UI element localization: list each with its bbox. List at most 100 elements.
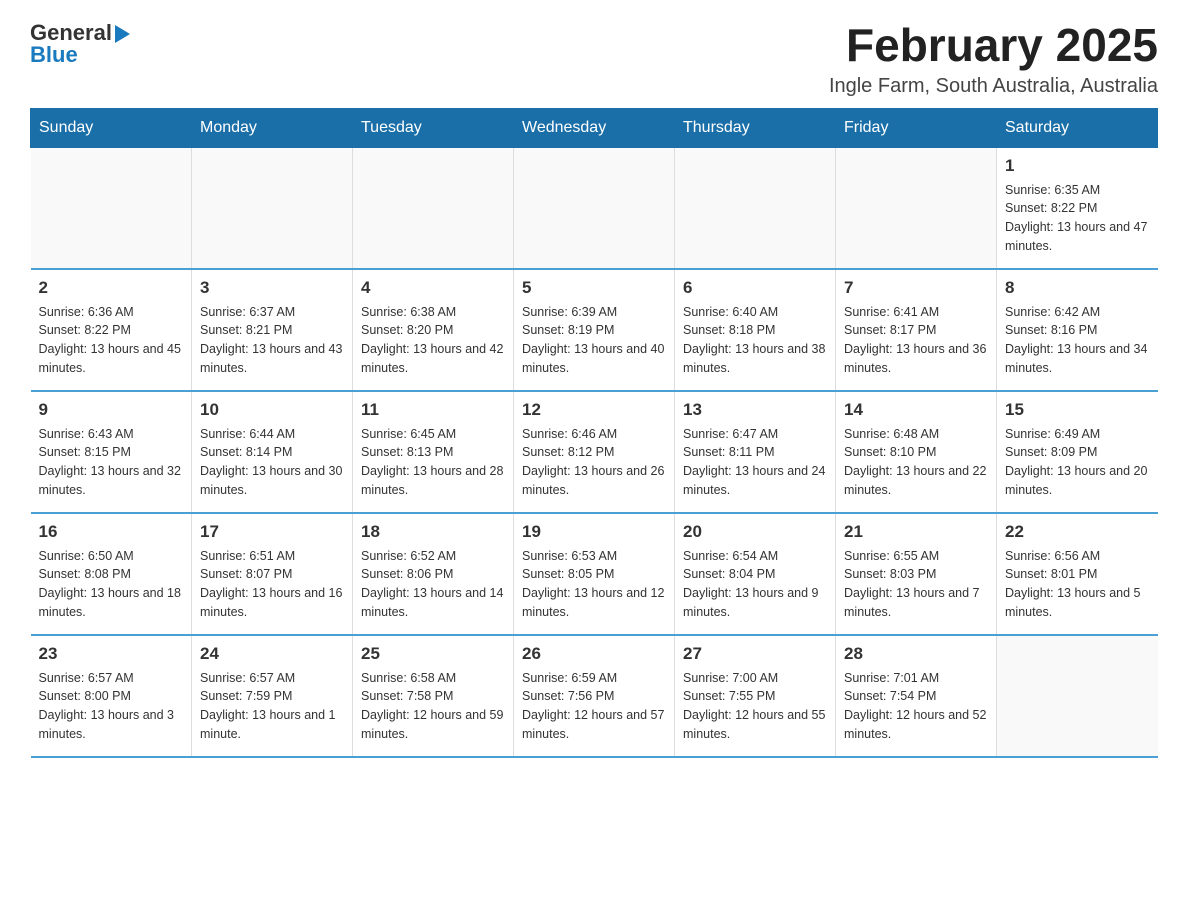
day-info: Sunrise: 6:48 AMSunset: 8:10 PMDaylight:… — [844, 425, 988, 500]
day-info: Sunrise: 6:50 AMSunset: 8:08 PMDaylight:… — [39, 547, 184, 622]
day-info: Sunrise: 6:39 AMSunset: 8:19 PMDaylight:… — [522, 303, 666, 378]
day-info: Sunrise: 6:59 AMSunset: 7:56 PMDaylight:… — [522, 669, 666, 744]
calendar-cell — [997, 635, 1158, 757]
day-number: 21 — [844, 522, 988, 542]
day-number: 9 — [39, 400, 184, 420]
day-number: 7 — [844, 278, 988, 298]
calendar-cell: 2 Sunrise: 6:36 AMSunset: 8:22 PMDaylight… — [31, 269, 192, 391]
calendar-cell: 28Sunrise: 7:01 AMSunset: 7:54 PMDayligh… — [836, 635, 997, 757]
calendar-day-header: Friday — [836, 108, 997, 147]
calendar-cell: 15 Sunrise: 6:49 AMSunset: 8:09 PMDayligh… — [997, 391, 1158, 513]
calendar-cell — [836, 147, 997, 269]
day-number: 20 — [683, 522, 827, 542]
calendar-cell: 16 Sunrise: 6:50 AMSunset: 8:08 PMDayligh… — [31, 513, 192, 635]
day-info: Sunrise: 6:54 AMSunset: 8:04 PMDaylight:… — [683, 547, 827, 622]
page-subtitle: Ingle Farm, South Australia, Australia — [829, 75, 1158, 98]
day-number: 14 — [844, 400, 988, 420]
day-info: Sunrise: 6:55 AMSunset: 8:03 PMDaylight:… — [844, 547, 988, 622]
calendar-cell: 20 Sunrise: 6:54 AMSunset: 8:04 PMDayligh… — [675, 513, 836, 635]
calendar-cell: 12 Sunrise: 6:46 AMSunset: 8:12 PMDayligh… — [514, 391, 675, 513]
calendar-week-row: 2 Sunrise: 6:36 AMSunset: 8:22 PMDaylight… — [31, 269, 1158, 391]
calendar-cell: 1 Sunrise: 6:35 AMSunset: 8:22 PMDaylight… — [997, 147, 1158, 269]
calendar-cell: 17 Sunrise: 6:51 AMSunset: 8:07 PMDayligh… — [192, 513, 353, 635]
day-info: Sunrise: 7:00 AMSunset: 7:55 PMDaylight:… — [683, 669, 827, 744]
day-number: 13 — [683, 400, 827, 420]
calendar-day-header: Sunday — [31, 108, 192, 147]
day-number: 1 — [1005, 156, 1150, 176]
title-block: February 2025 Ingle Farm, South Australi… — [829, 20, 1158, 98]
calendar-cell — [353, 147, 514, 269]
day-info: Sunrise: 6:46 AMSunset: 8:12 PMDaylight:… — [522, 425, 666, 500]
day-number: 24 — [200, 644, 344, 664]
day-number: 19 — [522, 522, 666, 542]
calendar-week-row: 23 Sunrise: 6:57 AMSunset: 8:00 PMDayligh… — [31, 635, 1158, 757]
day-number: 25 — [361, 644, 505, 664]
calendar-cell: 11Sunrise: 6:45 AMSunset: 8:13 PMDayligh… — [353, 391, 514, 513]
day-number: 16 — [39, 522, 184, 542]
day-info: Sunrise: 6:56 AMSunset: 8:01 PMDaylight:… — [1005, 547, 1150, 622]
calendar-day-header: Wednesday — [514, 108, 675, 147]
day-info: Sunrise: 6:52 AMSunset: 8:06 PMDaylight:… — [361, 547, 505, 622]
day-number: 17 — [200, 522, 344, 542]
day-info: Sunrise: 6:57 AMSunset: 8:00 PMDaylight:… — [39, 669, 184, 744]
calendar-cell: 19 Sunrise: 6:53 AMSunset: 8:05 PMDayligh… — [514, 513, 675, 635]
calendar-cell: 8 Sunrise: 6:42 AMSunset: 8:16 PMDaylight… — [997, 269, 1158, 391]
day-info: Sunrise: 6:49 AMSunset: 8:09 PMDaylight:… — [1005, 425, 1150, 500]
calendar-day-header: Tuesday — [353, 108, 514, 147]
day-number: 23 — [39, 644, 184, 664]
day-info: Sunrise: 6:41 AMSunset: 8:17 PMDaylight:… — [844, 303, 988, 378]
calendar-cell: 5Sunrise: 6:39 AMSunset: 8:19 PMDaylight… — [514, 269, 675, 391]
day-info: Sunrise: 6:42 AMSunset: 8:16 PMDaylight:… — [1005, 303, 1150, 378]
calendar-cell: 25Sunrise: 6:58 AMSunset: 7:58 PMDayligh… — [353, 635, 514, 757]
day-number: 3 — [200, 278, 344, 298]
day-number: 10 — [200, 400, 344, 420]
day-info: Sunrise: 6:40 AMSunset: 8:18 PMDaylight:… — [683, 303, 827, 378]
calendar-cell: 10 Sunrise: 6:44 AMSunset: 8:14 PMDayligh… — [192, 391, 353, 513]
day-info: Sunrise: 6:35 AMSunset: 8:22 PMDaylight:… — [1005, 181, 1150, 256]
calendar-header-row: SundayMondayTuesdayWednesdayThursdayFrid… — [31, 108, 1158, 147]
calendar-day-header: Saturday — [997, 108, 1158, 147]
day-number: 12 — [522, 400, 666, 420]
logo-triangle-icon — [115, 25, 130, 43]
day-info: Sunrise: 6:43 AMSunset: 8:15 PMDaylight:… — [39, 425, 184, 500]
calendar-body: 1 Sunrise: 6:35 AMSunset: 8:22 PMDaylight… — [31, 147, 1158, 757]
day-info: Sunrise: 6:51 AMSunset: 8:07 PMDaylight:… — [200, 547, 344, 622]
calendar-week-row: 16 Sunrise: 6:50 AMSunset: 8:08 PMDayligh… — [31, 513, 1158, 635]
day-info: Sunrise: 6:44 AMSunset: 8:14 PMDaylight:… — [200, 425, 344, 500]
calendar-week-row: 9 Sunrise: 6:43 AMSunset: 8:15 PMDaylight… — [31, 391, 1158, 513]
day-number: 28 — [844, 644, 988, 664]
calendar-day-header: Thursday — [675, 108, 836, 147]
day-info: Sunrise: 6:37 AMSunset: 8:21 PMDaylight:… — [200, 303, 344, 378]
calendar-cell — [675, 147, 836, 269]
logo: General Blue — [30, 20, 130, 68]
calendar-cell — [192, 147, 353, 269]
calendar-cell: 13 Sunrise: 6:47 AMSunset: 8:11 PMDayligh… — [675, 391, 836, 513]
calendar-cell: 4 Sunrise: 6:38 AMSunset: 8:20 PMDaylight… — [353, 269, 514, 391]
day-number: 22 — [1005, 522, 1150, 542]
day-number: 15 — [1005, 400, 1150, 420]
calendar-cell: 14 Sunrise: 6:48 AMSunset: 8:10 PMDayligh… — [836, 391, 997, 513]
day-number: 4 — [361, 278, 505, 298]
day-number: 18 — [361, 522, 505, 542]
calendar-cell: 23 Sunrise: 6:57 AMSunset: 8:00 PMDayligh… — [31, 635, 192, 757]
day-info: Sunrise: 6:53 AMSunset: 8:05 PMDaylight:… — [522, 547, 666, 622]
calendar-header: SundayMondayTuesdayWednesdayThursdayFrid… — [31, 108, 1158, 147]
day-info: Sunrise: 6:57 AMSunset: 7:59 PMDaylight:… — [200, 669, 344, 744]
day-info: Sunrise: 6:47 AMSunset: 8:11 PMDaylight:… — [683, 425, 827, 500]
calendar-table: SundayMondayTuesdayWednesdayThursdayFrid… — [30, 108, 1158, 758]
calendar-cell — [31, 147, 192, 269]
day-info: Sunrise: 6:36 AMSunset: 8:22 PMDaylight:… — [39, 303, 184, 378]
day-number: 27 — [683, 644, 827, 664]
calendar-cell: 22 Sunrise: 6:56 AMSunset: 8:01 PMDayligh… — [997, 513, 1158, 635]
day-info: Sunrise: 6:38 AMSunset: 8:20 PMDaylight:… — [361, 303, 505, 378]
logo-blue-text: Blue — [30, 42, 78, 68]
page-header: General Blue February 2025 Ingle Farm, S… — [30, 20, 1158, 98]
day-number: 8 — [1005, 278, 1150, 298]
day-number: 2 — [39, 278, 184, 298]
calendar-cell: 9 Sunrise: 6:43 AMSunset: 8:15 PMDaylight… — [31, 391, 192, 513]
calendar-cell: 6Sunrise: 6:40 AMSunset: 8:18 PMDaylight… — [675, 269, 836, 391]
calendar-cell: 3 Sunrise: 6:37 AMSunset: 8:21 PMDaylight… — [192, 269, 353, 391]
page-title: February 2025 — [829, 20, 1158, 71]
calendar-cell: 18 Sunrise: 6:52 AMSunset: 8:06 PMDayligh… — [353, 513, 514, 635]
calendar-week-row: 1 Sunrise: 6:35 AMSunset: 8:22 PMDaylight… — [31, 147, 1158, 269]
